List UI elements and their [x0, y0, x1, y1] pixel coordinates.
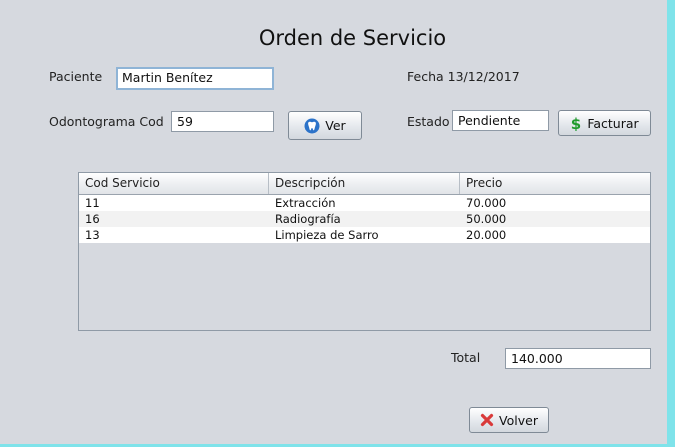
facturar-button-label: Facturar: [587, 115, 639, 131]
total-label: Total: [451, 350, 481, 365]
paciente-label: Paciente: [49, 69, 103, 84]
odontograma-label: Odontograma Cod: [49, 114, 164, 129]
cell-precio: 70.000: [466, 196, 507, 210]
cell-precio: 20.000: [466, 228, 507, 242]
page-title: Orden de Servicio: [258, 26, 447, 50]
cell-descripcion: Radiografía: [275, 212, 341, 226]
cell-cod: 11: [85, 196, 100, 210]
total-field[interactable]: 140.000: [505, 348, 651, 369]
cell-descripcion: Limpieza de Sarro: [275, 228, 379, 242]
close-x-icon: [480, 413, 494, 427]
order-window: Orden de Servicio Paciente Martin Beníte…: [0, 0, 667, 444]
estado-field[interactable]: Pendiente: [452, 110, 549, 131]
ver-button-label: Ver: [325, 118, 346, 133]
tooth-icon: [304, 118, 320, 134]
column-header-descripcion[interactable]: Descripción: [269, 173, 460, 194]
cell-cod: 16: [85, 212, 100, 226]
table-row[interactable]: 11 Extracción 70.000: [79, 195, 650, 211]
volver-button[interactable]: Volver: [469, 407, 549, 433]
ver-button[interactable]: Ver: [288, 111, 362, 140]
column-header-precio[interactable]: Precio: [460, 173, 650, 194]
cell-precio: 50.000: [466, 212, 507, 226]
table-row[interactable]: 13 Limpieza de Sarro 20.000: [79, 227, 650, 243]
cell-descripcion: Extracción: [275, 196, 336, 210]
desktop-edge: [667, 0, 675, 447]
paciente-field[interactable]: Martin Benítez: [116, 67, 274, 90]
svg-text:$: $: [571, 115, 581, 131]
estado-label: Estado: [407, 114, 450, 129]
services-table[interactable]: Cod Servicio Descripción Precio 11 Extra…: [78, 172, 651, 331]
volver-button-label: Volver: [499, 412, 538, 428]
cell-cod: 13: [85, 228, 100, 242]
dollar-icon: $: [570, 115, 582, 131]
odontograma-field[interactable]: 59: [171, 111, 274, 132]
table-header: Cod Servicio Descripción Precio: [79, 173, 650, 195]
facturar-button[interactable]: $ Facturar: [558, 110, 651, 136]
table-row[interactable]: 16 Radiografía 50.000: [79, 211, 650, 227]
column-header-cod[interactable]: Cod Servicio: [79, 173, 269, 194]
fecha-text: Fecha 13/12/2017: [407, 69, 520, 84]
